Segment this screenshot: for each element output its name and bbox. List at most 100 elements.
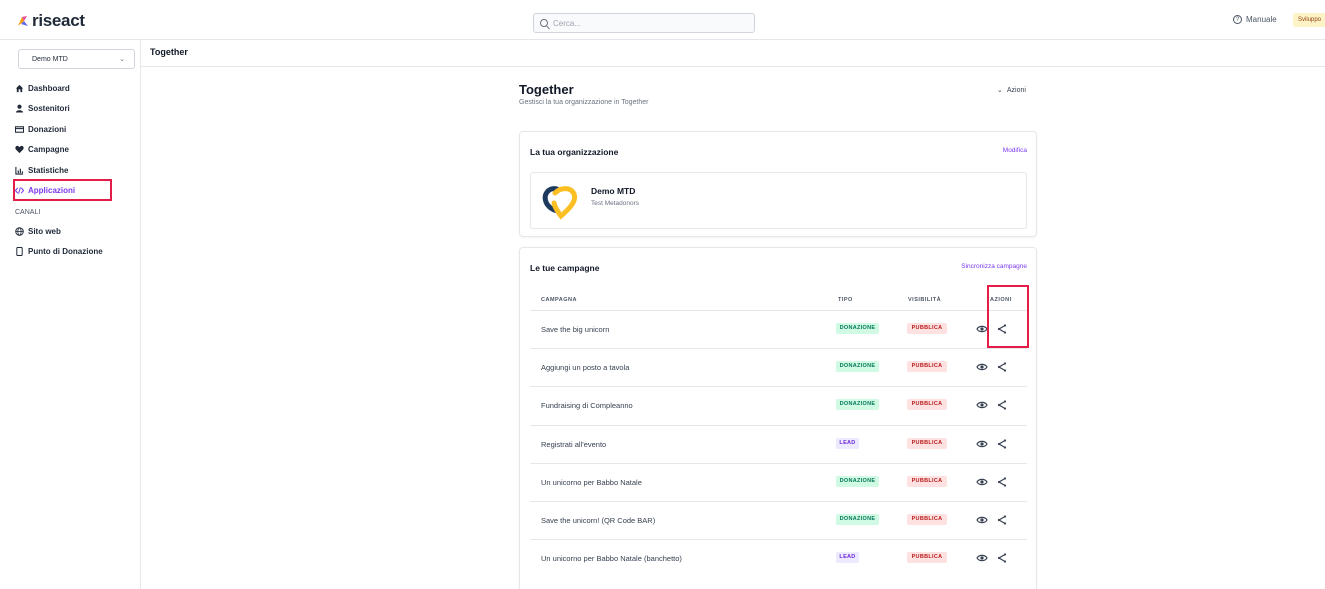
type-badge: LEAD [836, 552, 859, 564]
sidebar-item-statistiche[interactable]: Statistiche [8, 160, 141, 181]
page-subtitle: Gestisci la tua organizzazione in Togeth… [519, 99, 649, 106]
visibility-badge: PUBBLICA [907, 399, 947, 411]
org-selector-value: Demo MTD [32, 55, 68, 63]
highlight-box-azioni [987, 285, 1029, 348]
visibility-badge: PUBBLICA [907, 513, 947, 525]
top-bar: riseact Cerca... ? Manuale Sviluppo [0, 0, 1325, 40]
campaign-name: Save the big unicorn [541, 325, 610, 334]
campaign-name: Un unicorno per Babbo Natale [541, 477, 642, 487]
column-header-type: TIPO [838, 297, 853, 303]
sidebar-item-punto-donazione[interactable]: Punto di Donazione [8, 242, 141, 263]
visibility-badge: PUBBLICA [907, 361, 947, 373]
search-placeholder: Cerca... [553, 18, 582, 28]
organization-description: Test Metadonors [591, 200, 640, 207]
edit-organization-link[interactable]: Modifica [1003, 147, 1027, 154]
app-logo[interactable]: riseact [16, 11, 85, 31]
actions-dropdown-button[interactable]: ⌄ Azioni [997, 86, 1026, 95]
sidebar-item-label: Sostenitori [28, 104, 70, 114]
chevron-down-icon: ⌄ [997, 87, 1003, 94]
campaign-name: Un unicorno per Babbo Natale (banchetto) [541, 554, 682, 564]
sidebar-item-label: Dashboard [28, 83, 70, 93]
column-header-campaign: CAMPAGNA [541, 297, 577, 303]
table-row: Save the unicorn! (QR Code BAR) DONAZION… [530, 500, 1027, 539]
type-badge: DONAZIONE [836, 399, 879, 411]
organization-summary: Demo MTD Test Metadonors [530, 172, 1027, 229]
manual-label: Manuale [1246, 15, 1277, 24]
organization-card-title: La tua organizzazione [530, 147, 619, 157]
campaign-name: Aggiungi un posto a tavola [541, 363, 630, 373]
type-badge: DONAZIONE [836, 513, 879, 525]
eye-icon[interactable] [976, 438, 988, 450]
sidebar-item-label: Sito web [28, 226, 61, 236]
table-row: Registrati all'evento LEAD PUBBLICA [530, 424, 1027, 463]
visibility-badge: PUBBLICA [907, 323, 947, 334]
share-icon[interactable] [996, 476, 1008, 488]
highlight-box-applicazioni [13, 179, 112, 201]
logo-mark-icon [18, 16, 28, 26]
search-icon [540, 19, 548, 27]
sidebar-item-label: Statistiche [28, 165, 69, 175]
sidebar-nav: Dashboard Sostenitori Donazioni Campagne… [8, 78, 141, 262]
sidebar-item-donazioni[interactable]: Donazioni [8, 119, 141, 140]
eye-icon[interactable] [976, 399, 988, 411]
eye-icon[interactable] [976, 514, 988, 526]
chevron-down-icon: ⌄ [119, 56, 125, 63]
organization-logo [542, 186, 578, 220]
sidebar-item-sito-web[interactable]: Sito web [8, 221, 141, 242]
organization-card: La tua organizzazione Modifica Demo MTD … [519, 131, 1037, 237]
sidebar-item-label: Punto di Donazione [28, 247, 103, 257]
sidebar-item-sostenitori[interactable]: Sostenitori [8, 99, 141, 120]
column-header-visibility: VISIBILITÀ [908, 297, 942, 303]
campaigns-table-header: CAMPAGNA TIPO VISIBILITÀ AZIONI [530, 293, 1027, 311]
table-row: Un unicorno per Babbo Natale (banchetto)… [530, 539, 1027, 577]
dev-mode-badge[interactable]: Sviluppo [1293, 13, 1325, 27]
app-name: riseact [32, 11, 85, 30]
share-icon[interactable] [996, 438, 1008, 450]
search-input[interactable]: Cerca... [533, 13, 755, 33]
campaign-name: Fundraising di Compleanno [541, 401, 633, 411]
home-icon [15, 84, 24, 93]
visibility-badge: PUBBLICA [907, 475, 947, 487]
share-icon[interactable] [996, 514, 1008, 526]
sidebar: Demo MTD ⌄ Dashboard Sostenitori Donazio… [8, 40, 141, 589]
table-row: Fundraising di Compleanno DONAZIONE PUBB… [530, 386, 1027, 424]
share-icon[interactable] [996, 552, 1008, 564]
sidebar-item-campagne[interactable]: Campagne [8, 140, 141, 161]
campaigns-table-body: Save the big unicorn DONAZIONE PUBBLICA … [530, 310, 1027, 577]
type-badge: LEAD [836, 437, 859, 449]
phone-icon [15, 247, 24, 257]
table-row: Aggiungi un posto a tavola DONAZIONE PUB… [530, 348, 1027, 386]
globe-icon [15, 226, 24, 236]
eye-icon[interactable] [976, 552, 988, 564]
help-icon: ? [1233, 15, 1242, 24]
table-row: Un unicorno per Babbo Natale DONAZIONE P… [530, 462, 1027, 501]
type-badge: DONAZIONE [836, 361, 879, 373]
campaign-name: Save the unicorn! (QR Code BAR) [541, 515, 656, 525]
campaign-name: Registrati all'evento [541, 439, 607, 449]
type-badge: DONAZIONE [836, 475, 879, 487]
type-badge: DONAZIONE [836, 323, 879, 334]
table-row: Save the big unicorn DONAZIONE PUBBLICA [530, 310, 1027, 348]
eye-icon[interactable] [976, 361, 988, 373]
campaigns-card: Le tue campagne Sincronizza campagne CAM… [519, 247, 1037, 589]
campaigns-card-title: Le tue campagne [530, 263, 600, 273]
sidebar-item-label: Donazioni [28, 124, 67, 134]
visibility-badge: PUBBLICA [907, 552, 947, 564]
manual-link[interactable]: ? Manuale [1233, 15, 1277, 24]
visibility-badge: PUBBLICA [907, 437, 947, 449]
heart-icon [15, 145, 24, 154]
sync-campaigns-link[interactable]: Sincronizza campagne [961, 263, 1027, 270]
page-title: Together [519, 82, 574, 97]
money-icon [15, 125, 24, 134]
actions-label: Azioni [1006, 86, 1026, 94]
sidebar-item-label: Campagne [28, 145, 69, 155]
organization-name: Demo MTD [591, 186, 636, 196]
section-label-canali: CANALI [15, 209, 41, 216]
eye-icon[interactable] [976, 476, 988, 488]
user-icon [15, 104, 24, 113]
chart-icon [15, 166, 24, 175]
share-icon[interactable] [996, 399, 1008, 411]
sidebar-item-dashboard[interactable]: Dashboard [8, 78, 141, 99]
org-selector[interactable]: Demo MTD ⌄ [18, 49, 135, 69]
share-icon[interactable] [996, 361, 1008, 373]
